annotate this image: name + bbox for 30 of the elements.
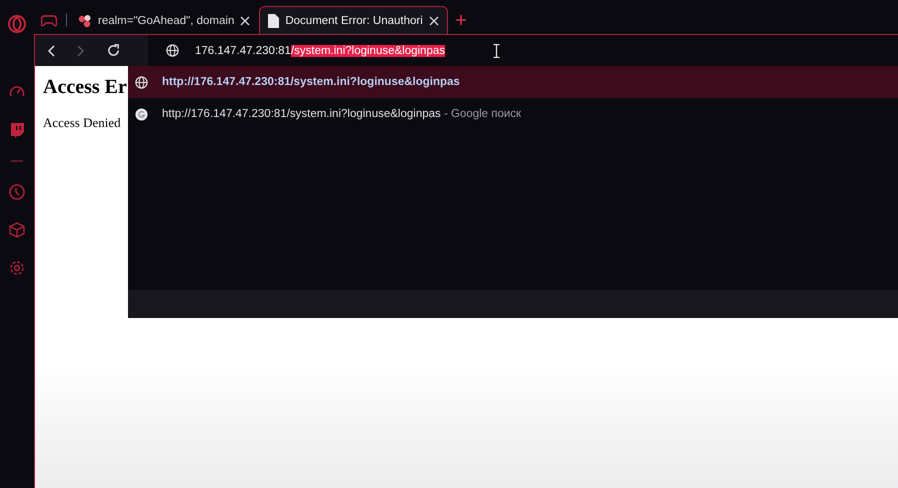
settings-icon[interactable] (9, 260, 25, 276)
address-field[interactable]: 176.147.47.230:81/system.ini?loginuse&loginpas (148, 34, 898, 66)
globe-icon (135, 76, 148, 88)
back-icon[interactable] (47, 44, 55, 56)
twitch-icon[interactable] (9, 122, 25, 138)
globe-icon (166, 44, 179, 57)
forward-icon[interactable] (77, 44, 85, 56)
page-text: Access Denied (43, 115, 121, 131)
search-engine-icon (135, 108, 148, 120)
url-host: 176.147.47.230:81 (195, 44, 291, 56)
page-heading: Access Er (43, 76, 127, 99)
document-icon (268, 14, 280, 28)
suggestion-item[interactable]: http://176.147.47.230:81/system.ini?loginuse&loginpas - Google поиск (128, 98, 898, 130)
selected-url-text: /system.ini?loginuse&loginpas (290, 44, 445, 56)
suggestion-item[interactable]: http://176.147.47.230:81/system.ini?loginuse&loginpas (128, 66, 898, 98)
close-icon[interactable] (428, 16, 439, 26)
browser-tab[interactable]: Document Error: Unauthori (259, 6, 448, 34)
cube-icon[interactable] (9, 222, 25, 238)
favicon-icon (78, 14, 92, 28)
tab-title: realm="GoAhead", domain (98, 14, 234, 26)
reload-icon[interactable] (107, 44, 120, 57)
clock-icon[interactable] (9, 184, 25, 200)
new-tab-icon[interactable] (456, 15, 466, 25)
close-icon[interactable] (240, 16, 250, 26)
browser-logo-icon[interactable] (8, 15, 26, 33)
divider-icon (11, 160, 23, 162)
browser-tab[interactable]: realm="GoAhead", domain (69, 6, 260, 34)
gamepad-icon (41, 14, 57, 26)
text-cursor-icon (493, 44, 500, 58)
tab-title: Document Error: Unauthori (285, 14, 423, 26)
